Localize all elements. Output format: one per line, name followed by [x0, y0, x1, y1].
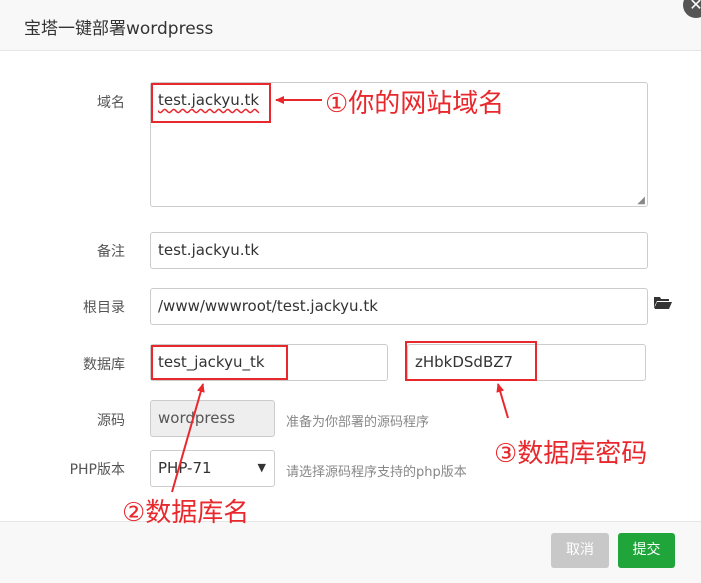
deploy-dialog: 宝塔一键部署wordpress ✕ 域名 test.jackyu.tk ◢ 备注… [0, 0, 701, 583]
remark-input[interactable]: test.jackyu.tk [150, 232, 648, 269]
dialog-title: 宝塔一键部署wordpress [24, 19, 214, 39]
cancel-button[interactable]: 取消 [551, 533, 609, 568]
annotation-box-domain [151, 83, 271, 123]
db-label: 数据库 [83, 357, 125, 373]
annotation-db-name: ②数据库名 [122, 498, 250, 528]
php-selected-value: PHP-71 [158, 459, 212, 477]
annotation-db-password: ③数据库密码 [494, 439, 648, 469]
chevron-down-icon: ▼ [257, 461, 266, 474]
remark-label: 备注 [97, 244, 125, 260]
annotation-box-db-password [405, 341, 537, 381]
submit-button[interactable]: 提交 [618, 533, 675, 568]
source-label: 源码 [97, 413, 125, 429]
root-input[interactable]: /www/wwwroot/test.jackyu.tk [150, 288, 648, 325]
source-input: wordpress [150, 400, 275, 437]
php-hint: 请选择源码程序支持的php版本 [286, 465, 467, 480]
php-select[interactable]: PHP-71 ▼ [150, 450, 275, 487]
resize-handle-icon[interactable]: ◢ [637, 196, 645, 206]
root-label: 根目录 [83, 300, 125, 316]
php-label: PHP版本 [69, 462, 125, 478]
dialog-titlebar: 宝塔一键部署wordpress [0, 0, 701, 51]
annotation-box-db-name [151, 345, 288, 380]
folder-open-icon[interactable] [654, 296, 672, 310]
domain-label: 域名 [97, 95, 125, 111]
source-hint: 准备为你部署的源码程序 [286, 415, 430, 430]
arrow-db-password [496, 383, 509, 419]
annotation-domain: ①你的网站域名 [325, 89, 505, 119]
